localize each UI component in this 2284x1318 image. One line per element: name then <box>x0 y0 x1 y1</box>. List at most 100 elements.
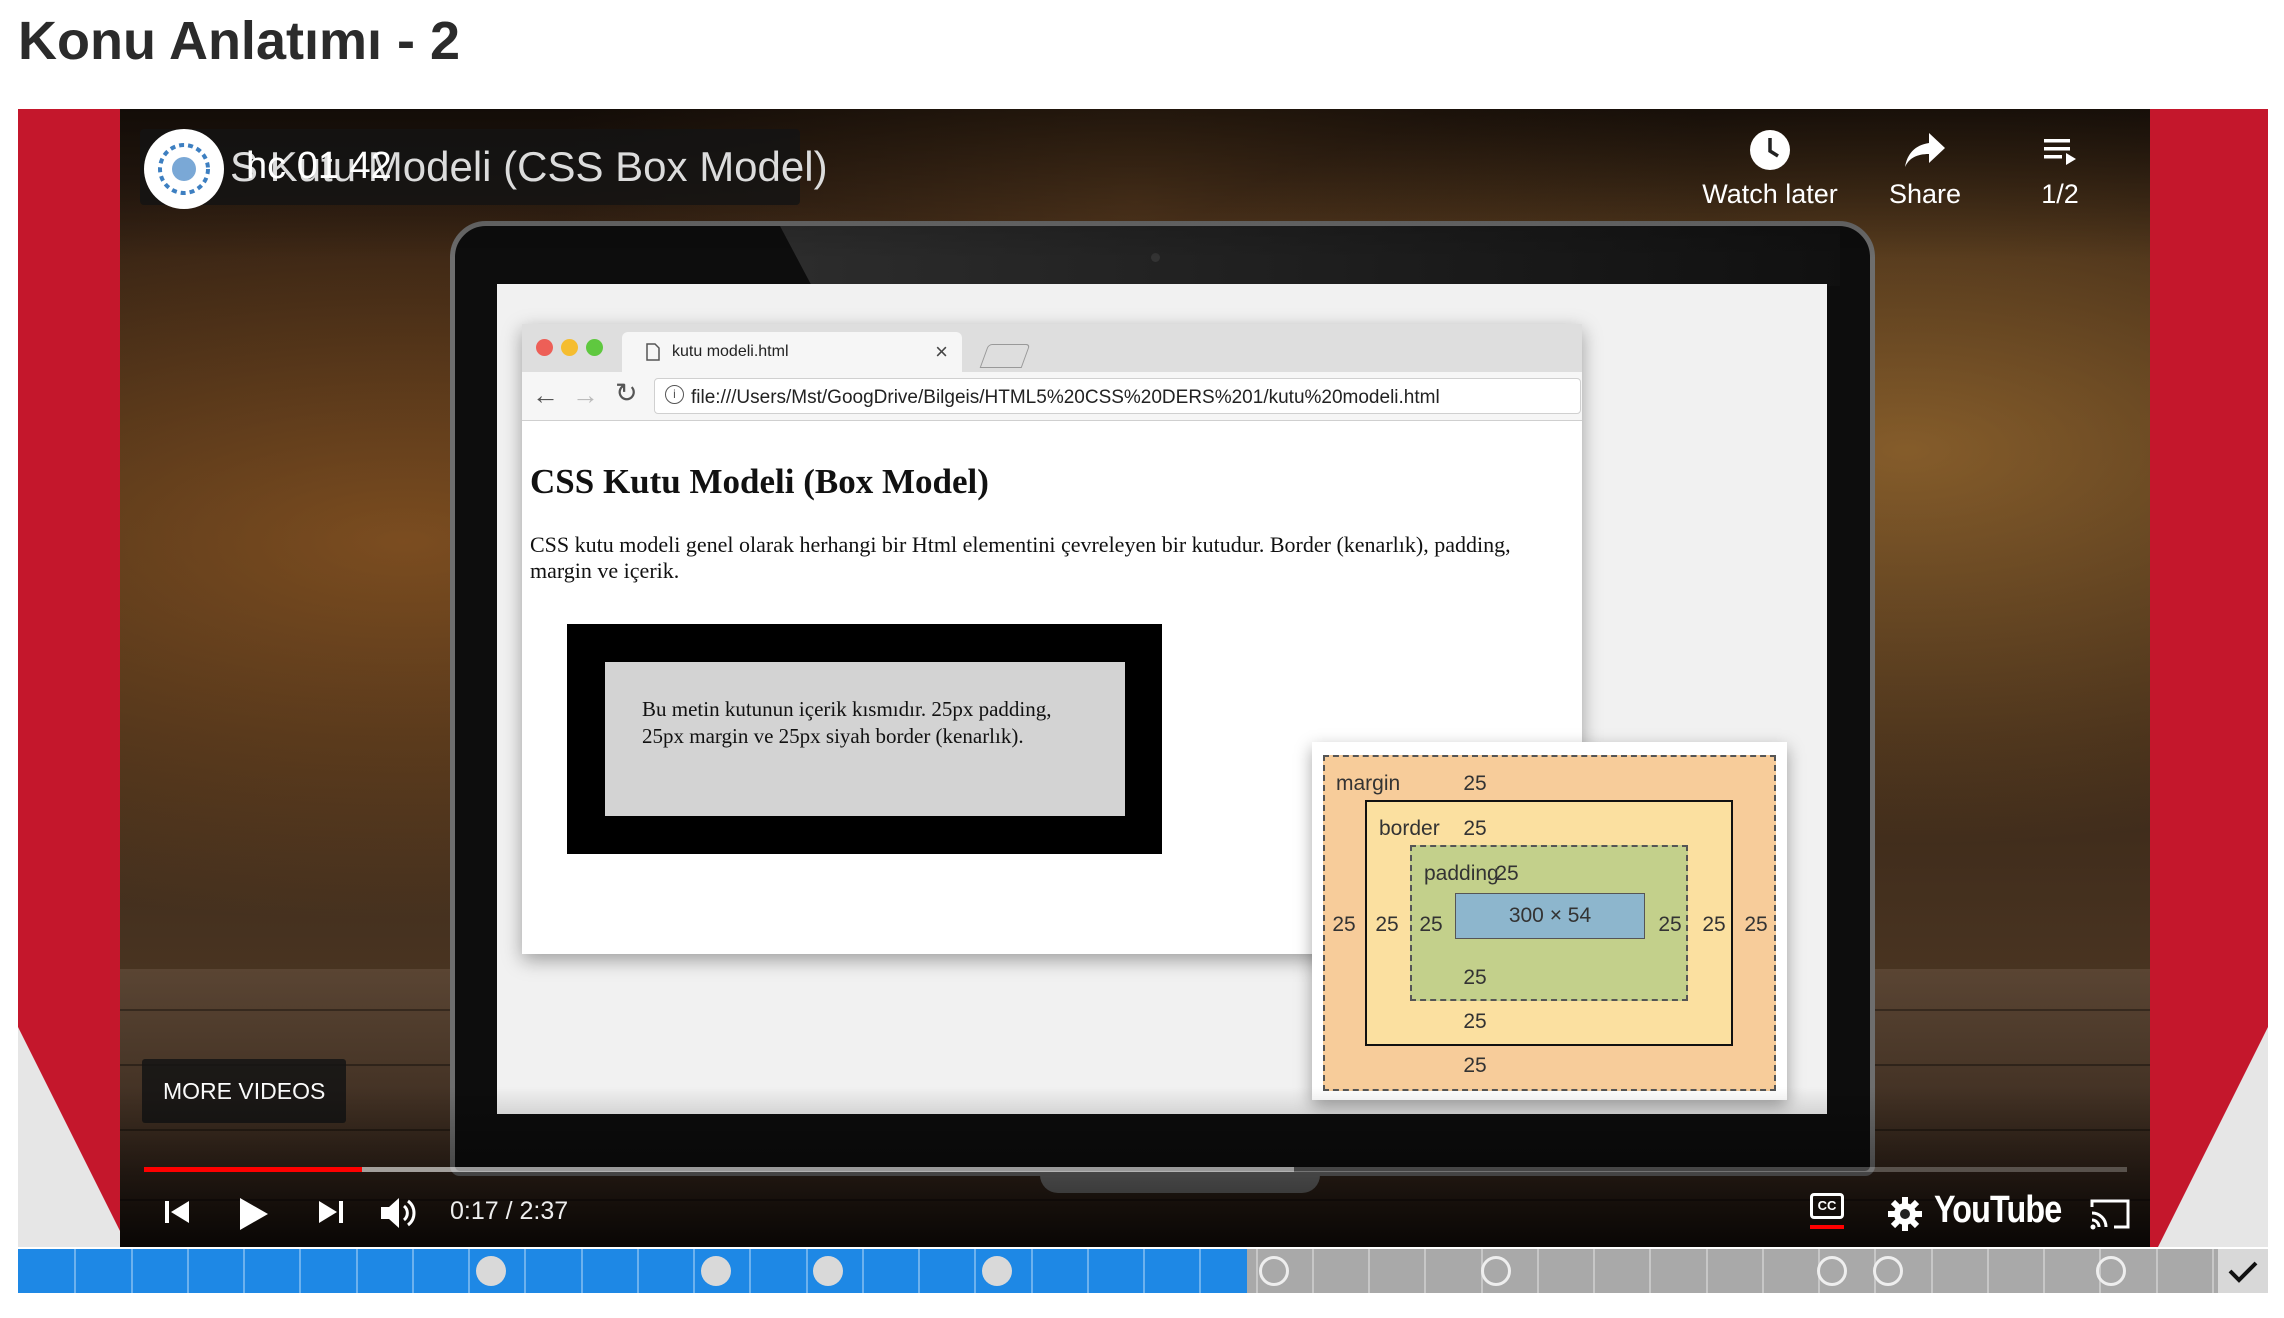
border-left-value: 25 <box>1375 913 1399 936</box>
demo-border-box: Bu metin kutunun içerik kısmıdır. 25px p… <box>567 624 1162 854</box>
url-text: file:///Users/Mst/GoogDrive/Bilgeis/HTML… <box>691 387 1440 408</box>
playlist-counter: 1/2 <box>2041 179 2079 209</box>
video-player[interactable]: kutu modeli.html × ← → ↻ i file:///Users… <box>120 109 2150 1247</box>
padding-bottom-value: 25 <box>1463 966 1487 989</box>
timeline-segment-divider <box>355 1249 358 1293</box>
timeline-segment-divider <box>243 1249 245 1293</box>
cast-icon[interactable] <box>2088 1195 2132 1233</box>
playlist-button[interactable]: 1/2 <box>2020 129 2100 210</box>
share-button[interactable]: Share <box>1870 129 1980 210</box>
margin-left-value: 25 <box>1332 913 1356 936</box>
play-icon[interactable] <box>236 1195 270 1233</box>
timeline-segment-divider <box>1593 1249 1595 1293</box>
timeline-segment-divider <box>1424 1249 1427 1293</box>
timeline-segment-divider <box>1255 1249 1258 1293</box>
channel-logo-icon <box>146 131 222 207</box>
timeline-segment-divider <box>2211 1249 2214 1293</box>
margin-top-value: 25 <box>1463 772 1487 795</box>
video-title-overlap: hc 01 42 <box>246 145 392 187</box>
back-arrow-icon: ← <box>532 380 559 410</box>
timeline-segment-divider <box>1143 1249 1145 1293</box>
clock-icon <box>1750 130 1790 170</box>
border-top-value: 25 <box>1463 817 1487 840</box>
youtube-logo[interactable]: YouTube <box>1934 1189 2062 1232</box>
minimize-dot-icon <box>561 339 578 356</box>
padding-right-value: 25 <box>1658 913 1682 936</box>
timeline-segment-divider <box>1536 1249 1539 1293</box>
captions-button[interactable]: CC <box>1810 1193 1846 1233</box>
timeline-segment-divider <box>580 1249 583 1293</box>
timeline-segment-divider <box>1986 1249 1989 1293</box>
timeline-marker-completed[interactable] <box>813 1256 843 1286</box>
watch-later-button[interactable]: Watch later <box>1700 129 1840 210</box>
timeline-segment-divider <box>130 1249 133 1293</box>
browser-tab: kutu modeli.html × <box>622 332 962 372</box>
complete-check-button[interactable] <box>2218 1249 2268 1293</box>
timeline-segment-divider <box>1311 1249 1314 1293</box>
padding-top-value: 25 <box>1495 862 1519 885</box>
timeline-segment-divider <box>1761 1249 1764 1293</box>
timeline-segment-divider <box>861 1249 864 1293</box>
timeline-segment-divider <box>918 1249 920 1293</box>
timeline-segment-divider <box>636 1249 639 1293</box>
playlist-icon <box>2044 139 2076 165</box>
tab-close-icon: × <box>935 339 948 364</box>
previous-icon[interactable] <box>162 1195 192 1229</box>
border-bottom-value: 25 <box>1463 1010 1487 1033</box>
timeline-marker-completed[interactable] <box>475 1256 506 1286</box>
demo-text: Bu metin kutunun içerik kısmıdır. 25px p… <box>642 697 1052 748</box>
timeline-segment-divider <box>2155 1249 2158 1293</box>
info-icon: i <box>665 385 684 404</box>
timeline-segment-divider <box>186 1249 189 1293</box>
maximize-dot-icon <box>586 339 603 356</box>
check-icon <box>2228 1261 2258 1283</box>
cc-icon: CC <box>1810 1193 1844 1219</box>
video-progress-bar[interactable] <box>144 1167 2127 1172</box>
box-model-diagram: margin 25 25 25 25 border 25 25 25 25 pa… <box>1312 742 1787 1100</box>
tab-title: kutu modeli.html <box>672 343 789 360</box>
timeline-segment-divider <box>2043 1249 2045 1293</box>
forward-arrow-icon: → <box>572 380 599 410</box>
lesson-timeline[interactable] <box>18 1249 2268 1293</box>
timeline-marker-pending[interactable] <box>1872 1256 1903 1286</box>
timeline-marker-pending[interactable] <box>1258 1256 1289 1286</box>
timeline-marker-completed[interactable] <box>700 1256 731 1286</box>
page-bottom-strip <box>0 1293 2284 1318</box>
page-title: Konu Anlatımı - 2 <box>18 11 460 71</box>
margin-right-value: 25 <box>1744 913 1768 936</box>
laptop: kutu modeli.html × ← → ↻ i file:///Users… <box>450 221 1875 1176</box>
timeline-segment-divider <box>693 1249 695 1293</box>
timeline-marker-completed[interactable] <box>981 1256 1012 1286</box>
new-tab-icon <box>979 344 1031 368</box>
close-dot-icon <box>536 339 553 356</box>
settings-gear-icon[interactable] <box>1886 1195 1924 1233</box>
progress-played <box>144 1167 363 1172</box>
timeline-segment-divider <box>1649 1249 1652 1293</box>
timeline-segment-divider <box>974 1249 977 1293</box>
next-icon[interactable] <box>316 1195 346 1229</box>
address-bar: i file:///Users/Mst/GoogDrive/Bilgeis/HT… <box>654 378 1581 414</box>
margin-label: margin <box>1336 772 1401 795</box>
share-label: Share <box>1888 179 1962 209</box>
reload-icon: ↻ <box>615 378 638 408</box>
timeline-segment-divider <box>1930 1249 1933 1293</box>
timeline-marker-pending[interactable] <box>2095 1256 2126 1286</box>
laptop-screen: kutu modeli.html × ← → ↻ i file:///Users… <box>497 284 1827 1114</box>
timeline-segment-divider <box>805 1249 808 1293</box>
frame-corner-right <box>2158 1027 2268 1247</box>
timeline-segment-divider <box>411 1249 414 1293</box>
timeline-segment-divider <box>468 1249 470 1293</box>
timeline-segment-divider <box>1705 1249 1708 1293</box>
border-label: border <box>1379 817 1440 840</box>
timeline-segment-divider <box>1030 1249 1033 1293</box>
volume-icon[interactable] <box>378 1195 422 1231</box>
cc-active-underline <box>1810 1225 1844 1229</box>
timeline-segment-divider <box>1199 1249 1202 1293</box>
timeline-marker-pending[interactable] <box>1816 1256 1847 1286</box>
demo-content-box: Bu metin kutunun içerik kısmıdır. 25px p… <box>605 662 1125 816</box>
channel-avatar[interactable] <box>144 129 224 209</box>
share-arrow-icon <box>1905 133 1945 167</box>
video-frame: kutu modeli.html × ← → ↻ i file:///Users… <box>18 109 2268 1247</box>
document-paragraph: CSS kutu modeli genel olarak herhangi bi… <box>530 532 1511 583</box>
timeline-segment-divider <box>74 1249 77 1293</box>
